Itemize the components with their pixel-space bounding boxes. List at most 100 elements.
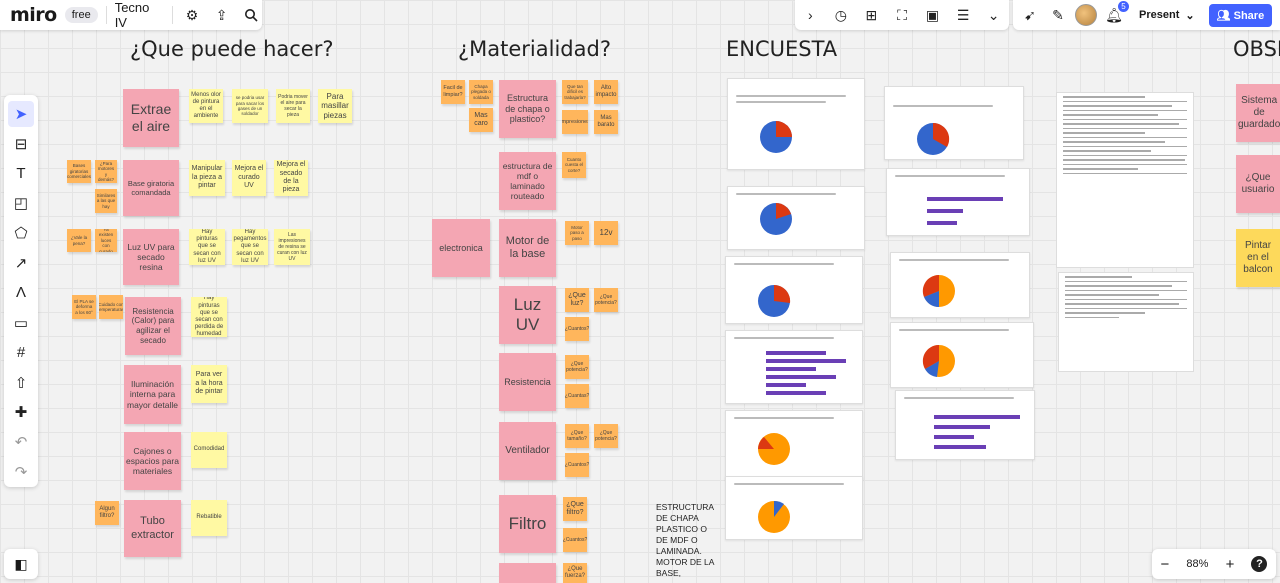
sticky-note[interactable]: Menos olor de pintura en el ambiente xyxy=(189,89,223,123)
sticky-note[interactable]: Hay pegamentos que se secan con luz UV xyxy=(232,229,268,265)
sticky-note[interactable]: ¿Que potencia? xyxy=(565,355,589,379)
sticky-note[interactable]: Pintar en el balcon xyxy=(1236,229,1280,287)
sticky-note[interactable]: Cuanto cuesta el corte? xyxy=(562,152,586,178)
sticky-note[interactable]: electronica xyxy=(432,219,490,277)
sticky-note[interactable]: ¿Que potencia? xyxy=(594,424,618,448)
select-cursor-icon[interactable]: ➤ xyxy=(8,101,34,127)
sticky-note[interactable]: Mas barato xyxy=(594,110,618,134)
undo-icon[interactable]: ↶ xyxy=(8,429,34,455)
chevron-down-icon[interactable]: ⌄ xyxy=(1185,9,1194,22)
survey-text-document-image[interactable] xyxy=(1058,272,1194,372)
sticky-note[interactable]: Cuidado con temperaturas xyxy=(99,295,123,319)
sticky-note[interactable]: Resistencia xyxy=(499,353,556,411)
chevron-down-more-icon[interactable]: ⌄ xyxy=(983,4,1005,26)
sticky-note[interactable] xyxy=(499,563,556,583)
sticky-note[interactable]: Similares a las que hay xyxy=(95,189,117,213)
sticky-note[interactable]: Manipular la pieza a pintar xyxy=(189,160,225,196)
sticky-note[interactable]: ¿Que luz? xyxy=(565,288,589,312)
zoom-level[interactable]: 88% xyxy=(1186,558,1208,570)
sticky-note[interactable]: Algun filtro? xyxy=(95,501,119,525)
sticky-note[interactable]: Luz UV para secado resina xyxy=(123,229,179,285)
sticky-note[interactable]: Extrae el aire xyxy=(123,89,179,147)
sticky-note[interactable]: Tubo extractor xyxy=(124,500,181,557)
sticky-note[interactable]: Alto impacto xyxy=(594,80,618,104)
sticky-note[interactable]: ¿Cuantos? xyxy=(565,453,589,477)
structure-text[interactable]: ESTRUCTURA DE CHAPA PLASTICO O DE MDF O … xyxy=(656,502,720,579)
sticky-note[interactable]: Las impresiones de resina se curan con l… xyxy=(274,229,310,265)
templates-icon[interactable]: ⊟ xyxy=(8,131,34,157)
sticky-note[interactable]: Impresiones xyxy=(562,110,588,134)
sticky-note[interactable]: Mas caro xyxy=(469,108,493,132)
plan-badge[interactable]: free xyxy=(64,7,98,23)
survey-pie-chart-image[interactable] xyxy=(725,476,863,540)
frame-icon[interactable]: # xyxy=(8,340,34,366)
sticky-note[interactable]: Rebatible xyxy=(191,500,227,536)
sticky-note[interactable]: estructura de mdf o laminado routeado xyxy=(499,152,556,210)
arrow-line-icon[interactable]: ↗ xyxy=(8,250,34,276)
sticky-note[interactable]: El PLA se deforma a los 60° xyxy=(72,295,96,319)
upload-icon[interactable]: ⇪ xyxy=(211,4,233,26)
survey-bar-chart-image[interactable] xyxy=(725,330,863,404)
sticky-note[interactable]: ¿Cuantos? xyxy=(565,317,589,341)
miro-logo[interactable]: miro xyxy=(10,4,57,26)
sticky-note[interactable]: Luz UV xyxy=(499,286,556,344)
sticky-note[interactable]: Podria mover el aire para secar la pieza xyxy=(276,89,310,123)
survey-bar-chart-image[interactable] xyxy=(895,390,1035,460)
sticky-note[interactable]: ¿Que filtro? xyxy=(563,497,587,521)
sticky-note[interactable]: Que tan dificil es trabajarla? xyxy=(562,80,588,104)
survey-pie-chart-image[interactable] xyxy=(884,86,1024,160)
sticky-note[interactable]: 12v xyxy=(594,221,618,245)
doc-icon[interactable]: ☰ xyxy=(952,4,974,26)
survey-pie-chart-image[interactable] xyxy=(727,78,865,170)
board-title[interactable]: Tecno IV xyxy=(115,0,165,30)
sticky-note[interactable]: Cajones o espacios para materiales xyxy=(124,432,181,490)
sticky-note[interactable]: ¿Que potencia? xyxy=(594,288,618,312)
zoom-out-button[interactable]: − xyxy=(1161,556,1170,573)
survey-pie-chart-image[interactable] xyxy=(890,252,1030,318)
sticky-note[interactable]: Para ver a la hora de pintar xyxy=(191,365,227,403)
settings-gear-icon[interactable]: ⚙ xyxy=(181,4,203,26)
survey-bar-chart-image[interactable] xyxy=(886,168,1030,236)
timer-icon[interactable]: ◷ xyxy=(830,4,852,26)
sticky-note[interactable]: Ya existen luces con curado xyxy=(95,229,117,252)
search-icon[interactable] xyxy=(240,4,262,26)
share-button[interactable]: 👥︎ Share xyxy=(1208,3,1273,27)
sticky-note[interactable]: Sistema de guardado xyxy=(1236,84,1280,142)
sticky-note[interactable]: Bases giratorias comerciales xyxy=(67,160,91,183)
sticky-note[interactable]: se podria usar para sacar los gases de u… xyxy=(232,89,268,123)
survey-pie-chart-image[interactable] xyxy=(727,186,865,250)
sticky-note[interactable]: Estructura de chapa o plastico? xyxy=(499,80,556,138)
shapes-icon[interactable]: ⬠ xyxy=(8,220,34,246)
sticky-note[interactable]: ¿Cuantos? xyxy=(563,528,587,552)
redo-icon[interactable]: ↷ xyxy=(8,459,34,485)
focus-icon[interactable]: ⛶ xyxy=(891,4,913,26)
reactions-icon[interactable]: ✎ xyxy=(1047,4,1069,26)
sticky-note[interactable]: Chapa plegada o soldada xyxy=(469,80,493,104)
chevron-right-icon[interactable]: › xyxy=(799,4,821,26)
sticky-note[interactable]: Motor de la base xyxy=(499,219,556,277)
comment-icon[interactable]: ▭ xyxy=(8,310,34,336)
sticky-note[interactable]: ¿Vale la pena? xyxy=(67,229,91,252)
frame-add-icon[interactable]: ⊞ xyxy=(860,4,882,26)
sticky-note[interactable]: Hay pinturas que se secan con perdida de… xyxy=(191,297,227,337)
zoom-in-button[interactable]: + xyxy=(1226,556,1235,573)
help-button[interactable]: ? xyxy=(1251,556,1268,572)
board-panel-toggle-icon[interactable]: ◧ xyxy=(4,549,38,579)
sticky-note[interactable]: Para masillar piezas xyxy=(318,89,352,123)
present-button[interactable]: Present ⌄ xyxy=(1131,5,1203,26)
card-icon[interactable]: ▣ xyxy=(922,4,944,26)
sticky-note[interactable]: Base giratoria comandada xyxy=(123,160,179,216)
sticky-note[interactable]: ¿Que fuerza? xyxy=(563,563,587,583)
sticky-note[interactable]: Filtro xyxy=(499,495,556,553)
survey-pie-chart-image[interactable] xyxy=(890,322,1034,388)
sticky-note[interactable]: ¿Que usuario xyxy=(1236,155,1280,213)
upload-icon[interactable]: ⇧ xyxy=(8,370,34,396)
sticky-note[interactable]: Motor paso a paso xyxy=(565,221,589,245)
more-apps-icon[interactable]: ✚ xyxy=(8,399,34,425)
sticky-note[interactable]: ¿Que tamaño? xyxy=(565,424,589,448)
survey-pie-chart-image[interactable] xyxy=(725,410,863,480)
sticky-note[interactable]: ¿Cuantas? xyxy=(565,384,589,408)
sticky-note[interactable]: Mejora el secado de la pieza xyxy=(274,160,308,196)
sticky-note[interactable]: Mejora el curado UV xyxy=(232,160,266,196)
text-icon[interactable]: T xyxy=(8,161,34,187)
